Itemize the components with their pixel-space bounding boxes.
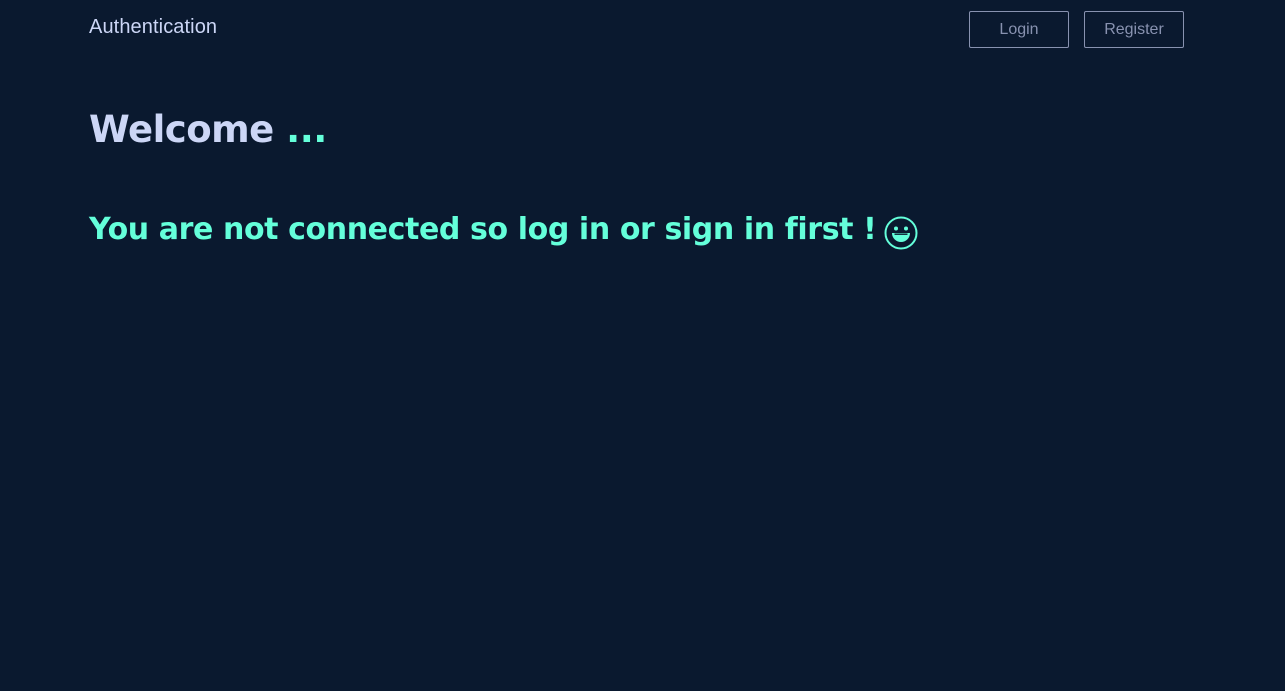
not-connected-message: You are not connected so log in or sign … xyxy=(89,212,918,250)
register-button[interactable]: Register xyxy=(1084,11,1184,48)
message-text: You are not connected so log in or sign … xyxy=(89,212,877,247)
navbar: Authentication Login Register xyxy=(0,0,1285,58)
welcome-text: Welcome xyxy=(89,108,274,151)
login-button[interactable]: Login xyxy=(969,11,1069,48)
nav-buttons: Login Register xyxy=(969,11,1184,48)
grinning-face-icon xyxy=(884,216,918,250)
welcome-heading: Welcome ... xyxy=(89,108,327,151)
brand-link[interactable]: Authentication xyxy=(89,16,217,39)
welcome-dots: ... xyxy=(273,108,327,151)
